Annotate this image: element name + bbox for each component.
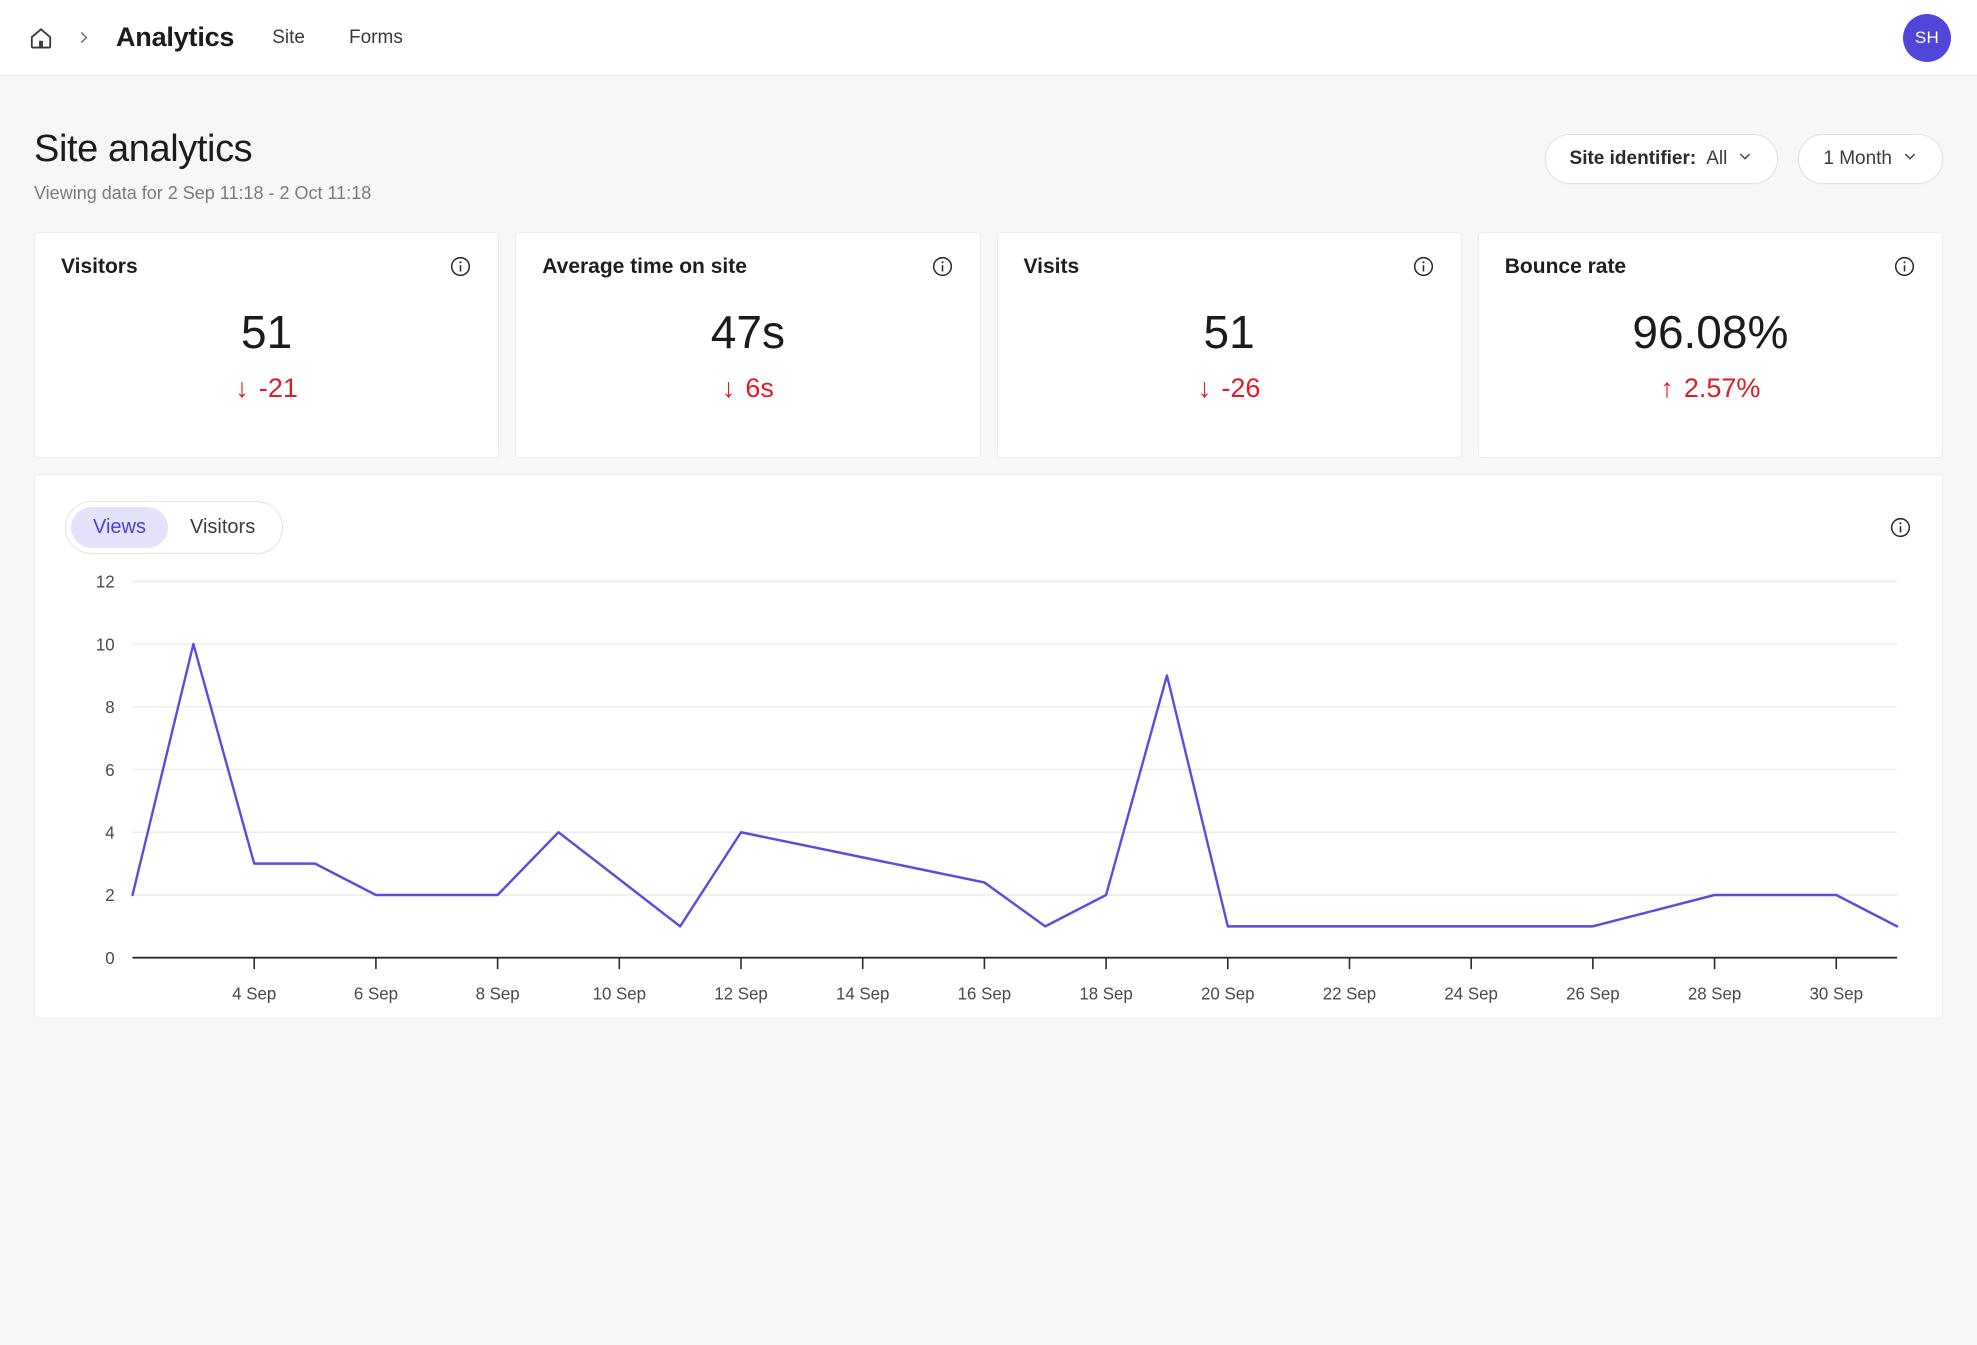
svg-text:14 Sep: 14 Sep — [836, 983, 889, 1003]
svg-text:2: 2 — [105, 885, 114, 905]
page-heading-block: Site analytics Viewing data for 2 Sep 11… — [34, 128, 371, 204]
card-delta: ↓ -21 — [235, 373, 298, 404]
svg-text:8: 8 — [105, 697, 114, 717]
period-dropdown[interactable]: 1 Month — [1798, 134, 1943, 184]
chevron-down-icon — [1737, 148, 1753, 170]
card-header: Visitors — [61, 255, 472, 279]
arrow-down-icon: ↓ — [1197, 372, 1212, 403]
svg-text:10 Sep: 10 Sep — [593, 983, 646, 1003]
card-body: 51 ↓ -21 — [61, 279, 472, 439]
page-header: Site analytics Viewing data for 2 Sep 11… — [34, 128, 1943, 204]
site-identifier-dropdown[interactable]: Site identifier: All — [1544, 134, 1779, 184]
card-header: Bounce rate — [1505, 255, 1916, 279]
date-range-label: Viewing data for 2 Sep 11:18 - 2 Oct 11:… — [34, 183, 372, 203]
page-content: Site analytics Viewing data for 2 Sep 11… — [0, 76, 1977, 1019]
card-header: Average time on site — [542, 255, 953, 279]
home-icon[interactable] — [22, 19, 60, 57]
arrow-up-icon: ↑ — [1660, 372, 1674, 403]
card-delta: ↓ 6s — [722, 373, 774, 404]
avatar[interactable]: SH — [1903, 13, 1951, 62]
card-title: Visits — [1023, 255, 1080, 278]
metric-card-visitors: Visitors 51 ↓ -21 — [34, 232, 500, 458]
views-line-chart: 0 2 4 6 8 10 12 4 Sep 6 Sep 8 Sep 10 Sep 12 Sep 14 S… — [65, 571, 1912, 1018]
card-delta-value: 2.57% — [1683, 372, 1761, 403]
card-delta-value: -26 — [1221, 372, 1261, 403]
top-bar: Analytics Site Forms SH — [0, 0, 1977, 76]
info-icon[interactable] — [1893, 255, 1916, 278]
card-body: 96.08% ↑ 2.57% — [1505, 279, 1916, 439]
card-header: Visits — [1024, 255, 1435, 279]
page-title: Analytics — [116, 22, 235, 52]
metric-card-visits: Visits 51 ↓ -26 — [996, 232, 1462, 458]
arrow-down-icon: ↓ — [235, 372, 249, 403]
metric-cards: Visitors 51 ↓ -21 Average time on site 4… — [34, 232, 1943, 458]
card-title: Bounce rate — [1504, 255, 1627, 278]
card-body: 47s ↓ 6s — [542, 279, 953, 439]
card-body: 51 ↓ -26 — [1024, 279, 1435, 439]
svg-text:6 Sep: 6 Sep — [354, 983, 398, 1003]
svg-text:6: 6 — [105, 759, 114, 779]
metric-card-average-time-on-site: Average time on site 47s ↓ 6s — [515, 232, 981, 458]
svg-text:20 Sep: 20 Sep — [1201, 983, 1254, 1003]
card-delta: ↑ 2.57% — [1660, 373, 1760, 404]
chart-panel: Views Visitors 0 2 4 6 8 10 12 4 Sep 6 Sep 8 Sep 1… — [34, 474, 1943, 1019]
svg-text:26 Sep: 26 Sep — [1566, 983, 1619, 1003]
svg-text:16 Sep: 16 Sep — [958, 983, 1011, 1003]
svg-text:22 Sep: 22 Sep — [1323, 983, 1376, 1003]
svg-text:30 Sep: 30 Sep — [1810, 983, 1863, 1003]
svg-text:4: 4 — [105, 822, 115, 842]
filter-bar: Site identifier: All 1 Month — [1544, 128, 1943, 184]
card-value: 51 — [241, 306, 293, 359]
site-analytics-title: Site analytics — [34, 128, 253, 170]
tab-forms[interactable]: Forms — [347, 21, 405, 55]
svg-text:18 Sep: 18 Sep — [1079, 983, 1132, 1003]
svg-text:28 Sep: 28 Sep — [1688, 983, 1741, 1003]
info-icon[interactable] — [449, 255, 472, 278]
svg-text:10: 10 — [96, 634, 115, 654]
site-identifier-label: Site identifier: — [1569, 148, 1697, 169]
card-delta: ↓ -26 — [1198, 373, 1261, 404]
chart-metric-toggle: Views Visitors — [65, 501, 284, 554]
site-identifier-value: All — [1706, 148, 1728, 169]
card-value: 96.08% — [1632, 306, 1789, 359]
chart-tab-views[interactable]: Views — [71, 507, 168, 548]
card-delta-value: -21 — [258, 372, 298, 403]
card-title: Average time on site — [542, 255, 747, 278]
chevron-right-icon — [60, 29, 106, 46]
card-delta-value: 6s — [745, 372, 774, 403]
info-icon[interactable] — [1889, 516, 1912, 539]
svg-text:12: 12 — [96, 571, 115, 591]
chart-svg: 0 2 4 6 8 10 12 4 Sep 6 Sep 8 Sep 10 Sep 12 Sep 14 S… — [96, 571, 1899, 1003]
period-value: 1 Month — [1823, 148, 1892, 169]
metric-card-bounce-rate: Bounce rate 96.08% ↑ 2.57% — [1477, 232, 1943, 458]
svg-text:8 Sep: 8 Sep — [476, 983, 520, 1003]
info-icon[interactable] — [931, 255, 954, 278]
svg-text:12 Sep: 12 Sep — [714, 983, 767, 1003]
svg-text:24 Sep: 24 Sep — [1444, 983, 1497, 1003]
svg-text:0: 0 — [105, 948, 114, 968]
chart-tab-visitors[interactable]: Visitors — [168, 507, 277, 548]
svg-text:4 Sep: 4 Sep — [232, 983, 276, 1003]
chevron-down-icon — [1902, 148, 1918, 170]
arrow-down-icon: ↓ — [721, 372, 736, 403]
tab-site[interactable]: Site — [270, 21, 307, 55]
card-value: 51 — [1203, 306, 1255, 359]
card-title: Visitors — [61, 255, 138, 278]
info-icon[interactable] — [1412, 255, 1435, 278]
card-value: 47s — [710, 306, 785, 359]
chart-header: Views Visitors — [65, 501, 1912, 554]
